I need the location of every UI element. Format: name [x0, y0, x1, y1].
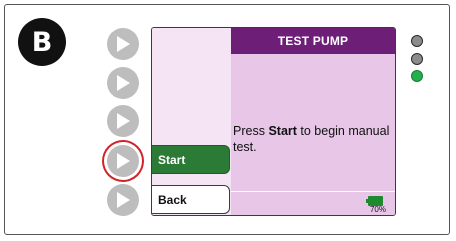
indicator-led-2: [411, 53, 423, 65]
screen-title: TEST PUMP: [277, 34, 349, 48]
step-label: B: [31, 26, 53, 58]
side-button-2[interactable]: [107, 67, 139, 99]
play-triangle-icon: [117, 75, 130, 91]
device-screen: TEST PUMP Press Start to begin manual te…: [151, 27, 396, 216]
side-button-5-back[interactable]: [107, 184, 139, 216]
play-triangle-icon: [117, 192, 130, 208]
side-button-1[interactable]: [107, 28, 139, 60]
back-softkey[interactable]: Back: [152, 185, 230, 214]
start-keyword: Start: [268, 124, 297, 138]
status-bar: 70%: [231, 191, 395, 215]
start-softkey[interactable]: Start: [152, 145, 230, 174]
play-triangle-icon: [117, 153, 130, 169]
play-triangle-icon: [117, 36, 130, 52]
step-badge: B: [18, 18, 66, 66]
side-button-3[interactable]: [107, 105, 139, 137]
instruction-message: Press Start to begin manual test.: [233, 124, 390, 154]
play-triangle-icon: [117, 113, 130, 129]
indicator-led-1: [411, 35, 423, 47]
start-softkey-label: Start: [158, 152, 186, 167]
back-softkey-label: Back: [158, 192, 187, 207]
battery-percent: 70%: [369, 205, 386, 214]
side-button-4-start[interactable]: [107, 145, 139, 177]
indicator-led-3: [411, 70, 423, 82]
screen-title-bar: TEST PUMP: [231, 28, 395, 54]
